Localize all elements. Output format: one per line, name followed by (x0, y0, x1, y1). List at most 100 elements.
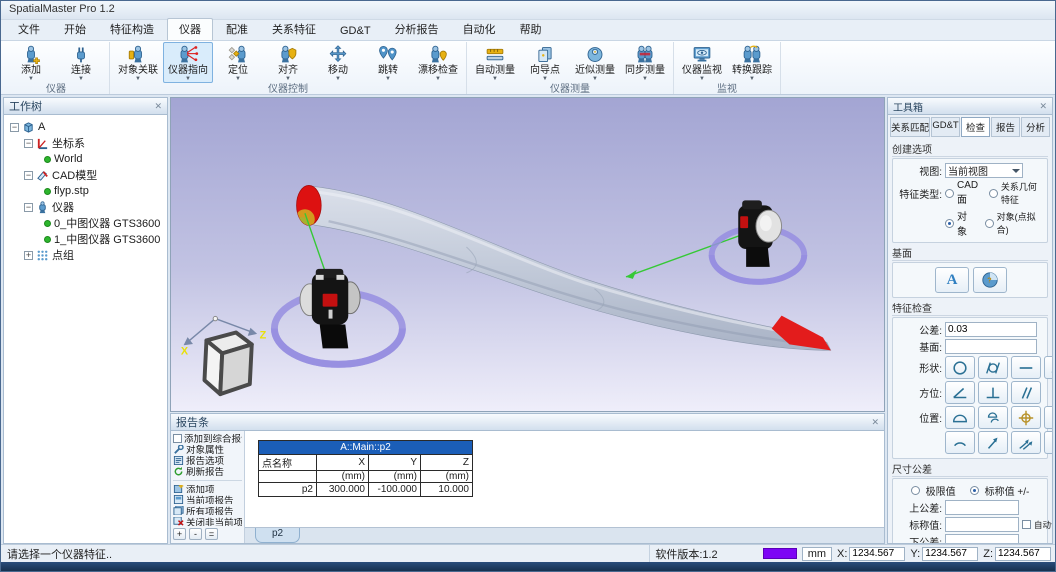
symmetry-button[interactable] (1044, 406, 1052, 429)
menu-tab-relation-feature[interactable]: 关系特征 (261, 19, 327, 40)
add-instrument-button[interactable]: 添加 ▼ (6, 42, 56, 83)
parallelism-button[interactable] (1011, 381, 1041, 404)
tree-node-instrument-1[interactable]: 1_中图仪器 GTS3600 (6, 231, 165, 247)
table-row[interactable]: p2 300.000 -100.000 10.000 (259, 483, 473, 497)
profile-surface-button[interactable] (945, 406, 975, 429)
close-non-current-button[interactable]: 关闭非当前项 (173, 517, 242, 526)
menu-tab-start[interactable]: 开始 (53, 19, 97, 40)
zoom-fit-button[interactable]: = (205, 528, 218, 540)
close-icon[interactable]: ✕ (1039, 101, 1047, 112)
current-item-report-button[interactable]: 当前项报告 (173, 495, 242, 504)
tree-node-flyp-stp[interactable]: flyp.stp (6, 183, 165, 199)
collapse-icon[interactable] (24, 171, 33, 180)
concentricity-button[interactable] (1044, 431, 1052, 454)
menu-tab-analysis-report[interactable]: 分析报告 (384, 19, 450, 40)
locate-button[interactable]: 定位 ▼ (213, 42, 263, 83)
zoom-in-button[interactable]: + (173, 528, 186, 540)
radio-nominal-value[interactable] (970, 486, 979, 495)
expand-icon[interactable] (24, 251, 33, 260)
y-coordinate-field[interactable] (922, 547, 978, 561)
refresh-report-button[interactable]: 刷新报告 (173, 467, 242, 476)
total-runout-button[interactable] (1011, 431, 1041, 454)
tree-node-instruments[interactable]: 仪器 (6, 199, 165, 215)
datum-label-button[interactable]: A (935, 267, 969, 293)
profile-line-button[interactable] (978, 406, 1008, 429)
datum-target-button[interactable]: ? (973, 267, 1007, 293)
menu-tab-automation[interactable]: 自动化 (452, 19, 507, 40)
close-icon[interactable]: ✕ (871, 417, 879, 428)
collapse-icon[interactable] (10, 123, 19, 132)
z-coordinate-field[interactable] (995, 547, 1051, 561)
menu-tab-registration[interactable]: 配准 (215, 19, 259, 40)
checkbox-icon[interactable] (173, 434, 182, 443)
radio-relation-geometry[interactable] (989, 189, 998, 198)
instrument-pointing-button[interactable]: 仪器指向 ▼ (163, 42, 213, 83)
tree-node-point-group[interactable]: 点组 (6, 247, 165, 263)
collapse-icon[interactable] (24, 139, 33, 148)
radio-object-point-fit[interactable] (985, 219, 994, 228)
menu-tab-instrument[interactable]: 仪器 (167, 18, 213, 40)
jump-button[interactable]: 跳转 ▼ (363, 42, 413, 83)
guide-points-button[interactable]: 向导点 ▼ (520, 42, 570, 83)
menu-tab-help[interactable]: 帮助 (509, 19, 553, 40)
viewport-3d[interactable]: X Z (170, 97, 885, 412)
tab-inspect[interactable]: 检查 (961, 117, 990, 137)
upper-tolerance-input[interactable] (945, 500, 1019, 515)
perpendicularity-button[interactable] (978, 381, 1008, 404)
color-swatch[interactable] (763, 548, 797, 559)
close-icon[interactable]: ✕ (154, 101, 162, 112)
move-button[interactable]: 移动 ▼ (313, 42, 363, 83)
connect-button[interactable]: 连接 ▼ (56, 42, 106, 83)
angularity-button[interactable] (945, 381, 975, 404)
auto-nominal-checkbox[interactable] (1022, 520, 1031, 529)
add-item-button[interactable]: 添加项 (173, 485, 242, 494)
tree-node-coordsys[interactable]: 坐标系 (6, 135, 165, 151)
straightness-button[interactable] (1011, 356, 1041, 379)
runout-button[interactable] (978, 431, 1008, 454)
lower-tolerance-input[interactable] (945, 534, 1019, 543)
object-properties-button[interactable]: 对象属性 (173, 445, 242, 454)
flatness-button[interactable] (1044, 356, 1052, 379)
collapse-icon[interactable] (24, 203, 33, 212)
cylindricity-button[interactable] (978, 356, 1008, 379)
unit-indicator[interactable]: mm (802, 547, 832, 561)
radio-limit-value[interactable] (911, 486, 920, 495)
instrument-monitor-button[interactable]: 仪器监视 ▼ (677, 42, 727, 83)
tree-node-instrument-0[interactable]: 0_中图仪器 GTS3600 (6, 215, 165, 231)
locate-icon (226, 44, 250, 65)
tab-gdt[interactable]: GD&T (931, 117, 960, 137)
arc-profile-button[interactable] (945, 431, 975, 454)
point-report-table[interactable]: A::Main::p2 点名称 X Y Z (mm) (258, 440, 473, 497)
menu-tab-gdt[interactable]: GD&T (329, 23, 382, 40)
tab-relation-match[interactable]: 关系匹配 (890, 117, 930, 137)
report-options-button[interactable]: 报告选项 (173, 456, 242, 465)
tree-node-cad-model[interactable]: CAD模型 (6, 167, 165, 183)
sync-measure-button[interactable]: 同步测量 ▼ (620, 42, 670, 83)
all-items-report-button[interactable]: 所有项报告 (173, 506, 242, 515)
radio-object[interactable] (945, 219, 954, 228)
tolerance-input[interactable] (945, 322, 1037, 337)
tab-analysis[interactable]: 分析 (1021, 117, 1050, 137)
view-dropdown[interactable]: 当前视图 (945, 163, 1023, 178)
datum-input[interactable] (945, 339, 1037, 354)
transform-tracking-button[interactable]: 转换跟踪 ▼ (727, 42, 777, 83)
x-coordinate-field[interactable] (849, 547, 905, 561)
align-button[interactable]: 对齐 ▼ (263, 42, 313, 83)
zoom-out-button[interactable]: - (189, 528, 202, 540)
tab-report[interactable]: 报告 (991, 117, 1020, 137)
add-to-summary-checkbox[interactable]: 添加到综合报告 (173, 434, 242, 443)
roundness-button[interactable] (945, 356, 975, 379)
tree-node-root[interactable]: A (6, 119, 165, 135)
nominal-input[interactable] (945, 517, 1019, 532)
menu-tab-file[interactable]: 文件 (7, 19, 51, 40)
object-link-button[interactable]: 对象关联 ▼ (113, 42, 163, 83)
report-tab-p2[interactable]: p2 (255, 528, 300, 543)
drift-check-button[interactable]: 漂移检查 ▼ (413, 42, 463, 83)
position-button[interactable] (1011, 406, 1041, 429)
approx-measure-button[interactable]: 近似测量 ▼ (570, 42, 620, 83)
tree-node-world[interactable]: World (6, 151, 165, 167)
ribbon-group-instrument-measure: 自动测量 ▼ 向导点 ▼ 近似测量 ▼ 同步测量 ▼ (467, 42, 674, 94)
auto-measure-button[interactable]: 自动测量 ▼ (470, 42, 520, 83)
radio-cad-face[interactable] (945, 189, 954, 198)
menu-tab-feature-construct[interactable]: 特征构造 (99, 19, 165, 40)
